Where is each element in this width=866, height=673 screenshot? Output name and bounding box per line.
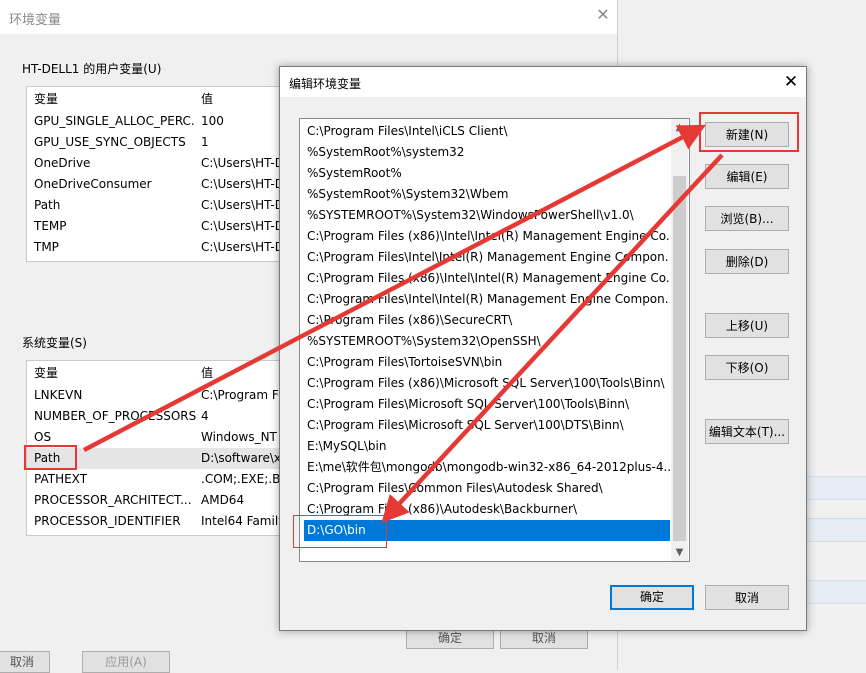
path-item[interactable]: E:\me\软件包\mongodb\mongodb-win32-x86_64-2… xyxy=(304,457,670,478)
scroll-up-icon[interactable]: ▲ xyxy=(671,119,688,136)
path-item[interactable]: %SYSTEMROOT%\System32\WindowsPowerShell\… xyxy=(304,205,670,226)
column-header-value[interactable]: 值 xyxy=(201,363,287,384)
dialog-title: 编辑环境变量 xyxy=(289,77,362,91)
path-item[interactable]: E:\MySQL\bin xyxy=(304,436,670,457)
highlight-box-new-button xyxy=(699,112,799,152)
path-item[interactable]: %SYSTEMROOT%\System32\OpenSSH\ xyxy=(304,331,670,352)
path-item[interactable]: C:\Program Files (x86)\Microsoft SQL Ser… xyxy=(304,373,670,394)
var-name: PROCESSOR_ARCHITECT... xyxy=(34,493,192,507)
cancel-button[interactable]: 取消 xyxy=(705,585,789,610)
var-name: GPU_USE_SYNC_OBJECTS xyxy=(34,135,186,149)
background-row xyxy=(806,476,866,500)
env-vars-title: 环境变量 xyxy=(9,13,62,28)
close-icon[interactable]: ✕ xyxy=(594,6,612,24)
system-vars-group-label: 系统变量(S) xyxy=(22,336,87,350)
path-item[interactable]: C:\Program Files\Intel\Intel(R) Manageme… xyxy=(304,247,670,268)
user-vars-list[interactable]: 变量 值 GPU_SINGLE_ALLOC_PERC... 100 GPU_USE… xyxy=(26,86,288,262)
browse-button[interactable]: 浏览(B)... xyxy=(705,206,789,231)
list-item[interactable]: NUMBER_OF_PROCESSORS 4 xyxy=(27,406,287,427)
edit-button[interactable]: 编辑(E) xyxy=(705,164,789,189)
move-up-button[interactable]: 上移(U) xyxy=(705,313,789,338)
path-item[interactable]: C:\Program Files\Common Files\Autodesk S… xyxy=(304,478,670,499)
path-item[interactable]: %SystemRoot% xyxy=(304,163,670,184)
background-row xyxy=(806,518,866,542)
path-item[interactable]: C:\Program Files\Intel\Intel(R) Manageme… xyxy=(304,289,670,310)
background-row xyxy=(806,580,866,604)
var-value: C:\Program F xyxy=(201,388,279,402)
list-item[interactable]: PROCESSOR_ARCHITECT... AMD64 xyxy=(27,490,287,511)
list-item[interactable]: PROCESSOR_IDENTIFIER Intel64 Family xyxy=(27,511,287,532)
highlight-box-path xyxy=(24,445,77,470)
column-header-name[interactable]: 变量 xyxy=(34,89,196,110)
var-value: Intel64 Family xyxy=(201,514,286,528)
path-item[interactable]: %SystemRoot%\System32\Wbem xyxy=(304,184,670,205)
path-list[interactable]: C:\Program Files\Intel\iCLS Client\ %Syst… xyxy=(299,118,690,562)
path-item[interactable]: C:\Program Files (x86)\Intel\Intel(R) Ma… xyxy=(304,268,670,289)
var-value: 100 xyxy=(201,114,224,128)
var-name: Path xyxy=(34,198,61,212)
var-value: 1 xyxy=(201,135,209,149)
scroll-thumb[interactable] xyxy=(673,176,686,541)
edit-text-button[interactable]: 编辑文本(T)... xyxy=(705,419,789,444)
path-item[interactable]: %SystemRoot%\system32 xyxy=(304,142,670,163)
var-value: C:\Users\HT-D xyxy=(201,219,284,233)
var-value: D:\software\x xyxy=(201,451,282,465)
scroll-down-icon[interactable]: ▼ xyxy=(671,544,688,561)
var-value: C:\Users\HT-D xyxy=(201,156,284,170)
column-header-value[interactable]: 值 xyxy=(201,89,287,110)
var-name: LNKEVN xyxy=(34,388,83,402)
var-value: .COM;.EXE;.BA xyxy=(201,472,288,486)
var-name: PROCESSOR_IDENTIFIER xyxy=(34,514,181,528)
list-item[interactable]: TEMP C:\Users\HT-D xyxy=(27,216,287,237)
var-value: C:\Users\HT-D xyxy=(201,240,284,254)
env-vars-titlebar: 环境变量 ✕ xyxy=(0,0,617,34)
move-down-button[interactable]: 下移(O) xyxy=(705,355,789,380)
user-vars-group-label: HT-DELL1 的用户变量(U) xyxy=(22,62,162,76)
path-item[interactable]: C:\Program Files (x86)\SecureCRT\ xyxy=(304,310,670,331)
var-value: C:\Users\HT-D xyxy=(201,198,284,212)
var-name: GPU_SINGLE_ALLOC_PERC... xyxy=(34,114,196,128)
ok-button[interactable]: 确定 xyxy=(610,585,694,610)
list-item[interactable]: TMP C:\Users\HT-D xyxy=(27,237,287,258)
list-item[interactable]: GPU_USE_SYNC_OBJECTS 1 xyxy=(27,132,287,153)
var-value: C:\Users\HT-D xyxy=(201,177,284,191)
var-value: 4 xyxy=(201,409,209,423)
var-name: TMP xyxy=(34,240,59,254)
delete-button[interactable]: 删除(D) xyxy=(705,249,789,274)
list-item[interactable]: GPU_SINGLE_ALLOC_PERC... 100 xyxy=(27,111,287,132)
var-name: NUMBER_OF_PROCESSORS xyxy=(34,409,196,423)
highlight-box-new-entry xyxy=(293,515,387,548)
user-vars-header: 变量 值 xyxy=(27,89,287,110)
path-item[interactable]: C:\Program Files\Microsoft SQL Server\10… xyxy=(304,394,670,415)
list-item[interactable]: OneDrive C:\Users\HT-D xyxy=(27,153,287,174)
system-vars-header: 变量 值 xyxy=(27,363,287,384)
var-name: TEMP xyxy=(34,219,67,233)
close-icon[interactable]: ✕ xyxy=(780,71,802,93)
dialog-titlebar: 编辑环境变量 ✕ xyxy=(280,67,806,97)
path-item[interactable]: C:\Program Files\TortoiseSVN\bin xyxy=(304,352,670,373)
list-item[interactable]: OneDriveConsumer C:\Users\HT-D xyxy=(27,174,287,195)
vertical-scrollbar[interactable]: ▲ ▼ xyxy=(671,119,688,561)
path-item[interactable]: C:\Program Files (x86)\Intel\Intel(R) Ma… xyxy=(304,226,670,247)
path-item[interactable]: C:\Program Files\Microsoft SQL Server\10… xyxy=(304,415,670,436)
list-item[interactable]: PATHEXT .COM;.EXE;.BA xyxy=(27,469,287,490)
var-value: Windows_NT xyxy=(201,430,277,444)
var-value: AMD64 xyxy=(201,493,245,507)
list-item[interactable]: Path C:\Users\HT-D xyxy=(27,195,287,216)
column-header-name[interactable]: 变量 xyxy=(34,363,196,384)
var-name: OneDriveConsumer xyxy=(34,177,152,191)
var-name: OneDrive xyxy=(34,156,91,170)
list-item[interactable]: LNKEVN C:\Program F xyxy=(27,385,287,406)
var-name: PATHEXT xyxy=(34,472,88,486)
path-item[interactable]: C:\Program Files\Intel\iCLS Client\ xyxy=(304,121,670,142)
